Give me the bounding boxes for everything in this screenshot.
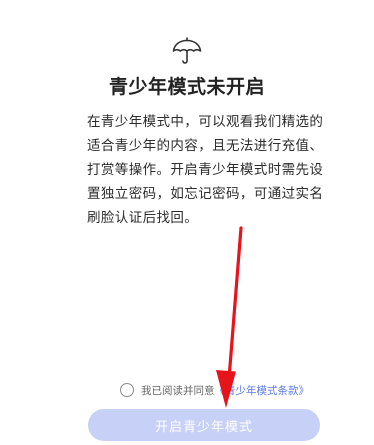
page-title: 青少年模式未开启 [108,76,265,98]
description-line: 在青少年模式中，可以观看我们精选的 [87,114,324,130]
teen-mode-screen: 青少年模式未开启 在青少年模式中，可以观看我们精选的 适合青少年的内容，且无法进… [0,0,374,445]
agreement-row: 我已阅读并同意 《青少年模式条款》 [120,381,309,399]
terms-link[interactable]: 《青少年模式条款》 [215,383,310,398]
umbrella-icon [172,37,202,64]
agreement-checkbox[interactable] [120,383,134,397]
teen-mode-description: 在青少年模式中，可以观看我们精选的 适合青少年的内容，且无法进行充值、 打赏等操… [87,110,332,230]
description-line: 适合青少年的内容，且无法进行充值、 [87,138,324,154]
agreement-text: 我已阅读并同意 [141,384,215,397]
description-line: 打赏等操作。开启青少年模式时需先设 [87,162,324,178]
enable-teen-mode-button[interactable]: 开启青少年模式 [88,409,320,441]
description-line: 置独立密码，如忘记密码，可通过实名 [87,186,324,202]
description-line: 刷脸认证后找回。 [87,210,199,226]
